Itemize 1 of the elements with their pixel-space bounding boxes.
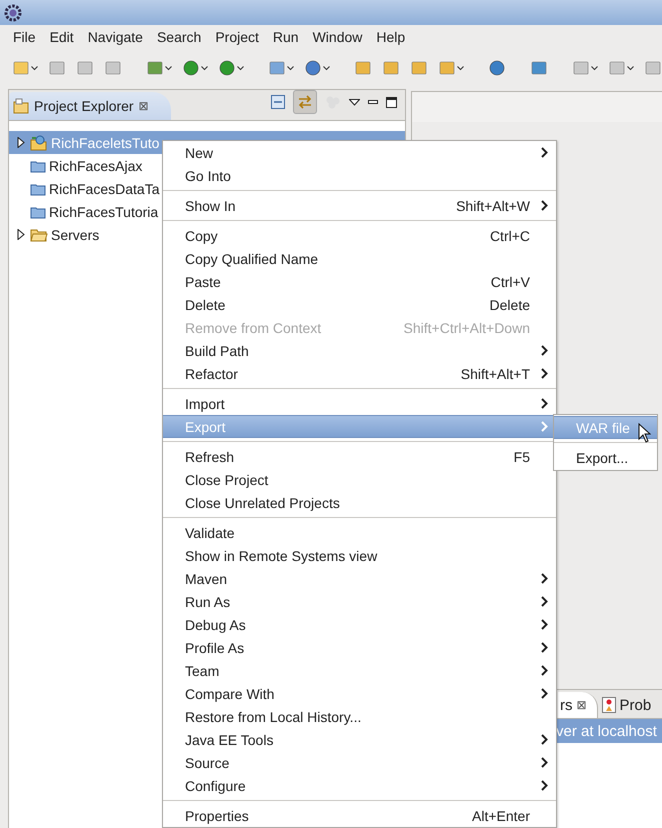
tab-title: Project Explorer	[34, 98, 134, 114]
